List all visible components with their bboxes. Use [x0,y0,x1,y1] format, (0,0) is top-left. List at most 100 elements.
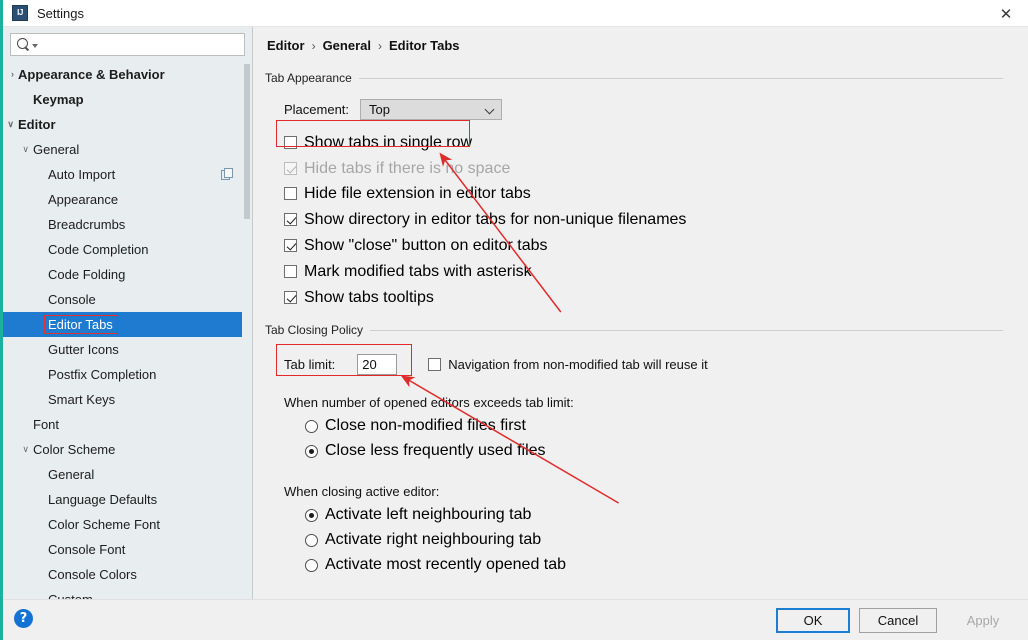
tab-limit-label: Tab limit: [284,357,336,372]
list-item[interactable]: ∨ General [3,137,252,162]
tree-item-label: Custom [48,592,97,599]
list-item[interactable]: Font [3,412,252,437]
checkbox[interactable] [284,187,297,200]
chevron-right-icon[interactable]: › [3,70,18,79]
radio-button[interactable] [305,533,318,547]
tree-item-label: General [48,467,95,482]
navigation-reuse-checkbox-row[interactable]: Navigation from non-modified tab will re… [428,355,708,374]
list-item[interactable]: Color Scheme Font [3,512,252,537]
tree-partial-row: Custom [3,587,252,599]
checkbox[interactable] [284,265,297,278]
tree-item-label: Font [33,417,60,432]
radio-row[interactable]: Activate left neighbouring tab [305,505,1003,525]
list-item[interactable]: Keymap [3,87,252,112]
tree-item-label: Color Scheme [33,442,116,457]
list-item[interactable]: Code Folding [3,262,252,287]
radio-button[interactable] [305,444,318,458]
search-icon [17,38,30,51]
settings-tree: › Appearance & Behavior Keymap ∨ Editor ∨ Gene… [3,62,252,599]
checkbox-row: Hide tabs if there is no space [284,159,1003,178]
checkbox[interactable] [284,213,297,226]
apply-button[interactable]: Apply [946,608,1020,633]
sidebar-scrollbar-thumb[interactable] [244,64,250,219]
checkbox-row[interactable]: Show "close" button on editor tabs [284,236,1003,255]
divider [358,77,1003,79]
title-bar: Settings ✕ [3,0,1028,27]
list-item[interactable]: Console Font [3,537,252,562]
list-item[interactable]: ∨ Editor [3,112,252,137]
sidebar-scrollbar[interactable] [242,62,252,599]
closing-heading: When closing active editor: [284,484,440,499]
tree-item-label: Console Colors [48,567,137,582]
cancel-button[interactable]: Cancel [859,608,937,633]
list-item[interactable]: Auto Import [3,162,252,187]
tree-item-label: Appearance [48,192,119,207]
navigation-reuse-checkbox[interactable] [428,358,442,371]
radio-label: Close non-modified files first [325,417,526,434]
list-item[interactable]: Postfix Completion [3,362,252,387]
tree-item-label: Auto Import [48,167,116,182]
list-item[interactable]: Breadcrumbs [3,212,252,237]
checkbox[interactable] [284,239,297,252]
list-item[interactable]: General [3,462,252,487]
chevron-down-icon[interactable] [32,44,38,48]
list-item[interactable]: Language Defaults [3,487,252,512]
radio-label: Activate left neighbouring tab [325,506,532,523]
breadcrumb-part-editor-tabs: Editor Tabs [388,38,460,53]
checkbox-row[interactable]: Show tabs in single row [284,133,1003,152]
radio-row[interactable]: Activate most recently opened tab [305,555,1003,575]
chevron-down-icon[interactable]: ∨ [3,445,33,454]
radio-button[interactable] [305,419,318,433]
radio-row[interactable]: Activate right neighbouring tab [305,530,1003,550]
settings-sidebar: › Appearance & Behavior Keymap ∨ Editor ∨ Gene… [3,27,253,599]
search-input[interactable] [41,36,240,53]
list-item[interactable]: Code Completion [3,237,252,262]
sidebar-item-selected[interactable]: Editor Tabs [3,312,252,337]
radio-button[interactable] [305,508,318,522]
tree-item-label: Color Scheme Font [48,517,160,532]
list-item[interactable]: Appearance [3,187,252,212]
checkbox-row[interactable]: Show tabs tooltips [284,288,1003,307]
intellij-idea-icon [12,5,28,21]
chevron-down-icon[interactable]: ∨ [3,145,33,154]
checkbox-row[interactable]: Hide file extension in editor tabs [284,184,1003,203]
group-title-label: Tab Appearance [265,71,352,85]
search-box[interactable] [10,33,245,56]
list-item[interactable]: › Appearance & Behavior [3,62,252,87]
radio-row[interactable]: Close less frequently used files [305,441,1003,461]
list-item[interactable]: Smart Keys [3,387,252,412]
breadcrumb-part-general[interactable]: General [323,38,371,53]
breadcrumb-part-editor[interactable]: Editor [267,38,305,53]
tree-item-label: Editor [18,117,56,132]
radio-label: Activate right neighbouring tab [325,531,542,548]
list-item[interactable]: Gutter Icons [3,337,252,362]
list-item[interactable]: Console Colors [3,562,252,587]
tree-item-label: Editor Tabs [44,315,118,334]
checkbox[interactable] [284,136,297,149]
checkbox-label: Show tabs in single row [304,133,473,151]
close-icon[interactable]: ✕ [984,0,1028,27]
radio-row[interactable]: Close non-modified files first [305,416,1003,436]
tab-closing-title: Tab Closing Policy [265,323,1003,337]
chevron-down-icon [486,105,495,114]
ok-button[interactable]: OK [776,608,850,633]
radio-button[interactable] [305,558,318,572]
checkbox-row[interactable]: Mark modified tabs with asterisk [284,262,1003,281]
tab-limit-input[interactable] [357,354,398,375]
list-item[interactable]: Console [3,287,252,312]
placement-dropdown[interactable]: Top [360,99,502,120]
list-item[interactable]: ∨ Color Scheme [3,437,252,462]
divider [370,329,1003,331]
checkbox[interactable] [284,291,297,304]
checkbox-row[interactable]: Show directory in editor tabs for non-un… [284,210,1003,229]
tree-item-label: Console [48,292,96,307]
tree-item-label: Breadcrumbs [48,217,126,232]
search-area [3,27,252,61]
tree-item-label: Code Completion [48,242,149,257]
chevron-down-icon[interactable]: ∨ [3,120,18,129]
tab-appearance-title: Tab Appearance [265,71,1003,85]
placement-row: Placement: Top [284,99,1003,120]
list-item[interactable]: Custom [3,587,252,599]
help-icon[interactable]: ? [14,609,33,628]
checkbox-label: Hide tabs if there is no space [304,159,511,177]
